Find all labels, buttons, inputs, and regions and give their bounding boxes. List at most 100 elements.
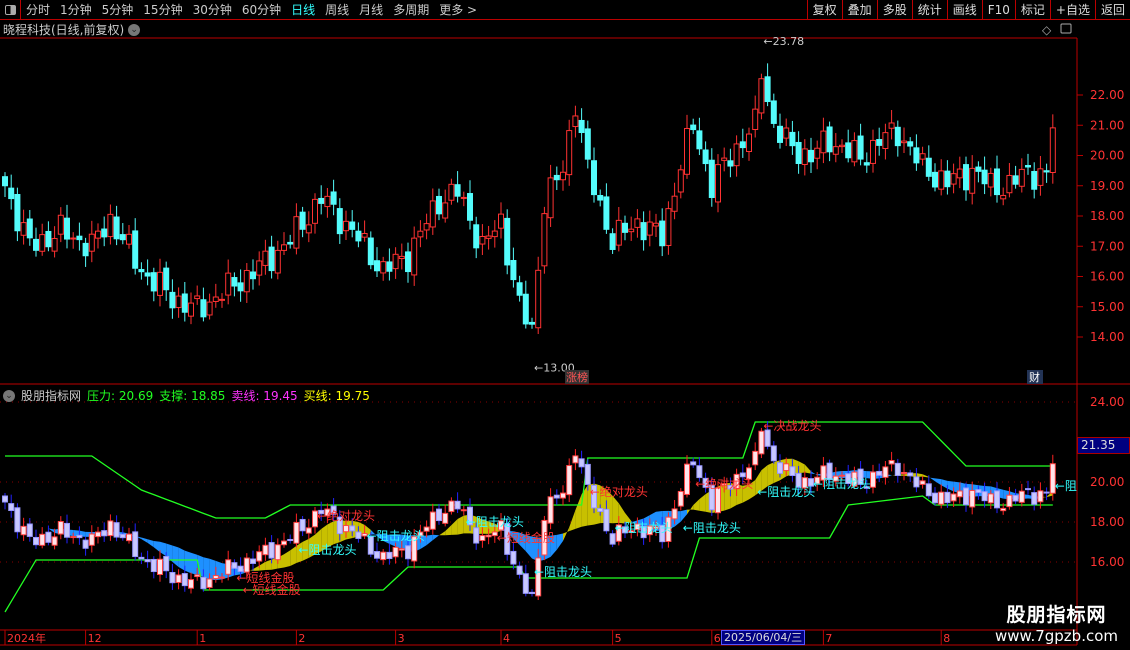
main-candle bbox=[169, 291, 176, 309]
ind-candle bbox=[386, 551, 393, 560]
main-candle bbox=[671, 195, 678, 212]
main-candle bbox=[293, 216, 300, 249]
main-candle bbox=[436, 195, 442, 215]
main-candle bbox=[826, 126, 833, 153]
ind-candle bbox=[696, 465, 703, 479]
ind-candle bbox=[268, 542, 275, 559]
ind-candle bbox=[380, 551, 387, 561]
price-tick-label: 17.00 bbox=[1090, 239, 1124, 253]
ind-candle bbox=[671, 508, 678, 520]
price-tick-label: 19.00 bbox=[1090, 179, 1124, 193]
main-candle bbox=[715, 164, 721, 203]
signal-label: ←绝对龙头 bbox=[317, 508, 375, 523]
ind-candle bbox=[919, 480, 926, 485]
main-candle bbox=[932, 171, 938, 188]
main-candle bbox=[1006, 174, 1013, 194]
ind-candle bbox=[690, 461, 697, 466]
main-candle bbox=[485, 235, 492, 239]
ind-candle bbox=[33, 536, 39, 546]
ind-candle bbox=[293, 521, 300, 544]
ind-candle bbox=[231, 562, 238, 569]
main-candle bbox=[398, 255, 405, 260]
ind-candle bbox=[398, 548, 405, 551]
trend-band bbox=[687, 505, 694, 515]
ind-candle bbox=[969, 490, 976, 508]
selected-date: 2025/06/04/三 bbox=[721, 630, 806, 645]
main-candle bbox=[2, 176, 8, 187]
trend-band bbox=[556, 533, 563, 550]
ind-candle bbox=[963, 487, 969, 506]
main-candle bbox=[857, 135, 864, 160]
main-candle bbox=[274, 249, 281, 274]
main-candle bbox=[708, 159, 715, 198]
ind-candle bbox=[584, 463, 591, 485]
main-candle bbox=[188, 302, 194, 317]
ind-candle bbox=[448, 500, 455, 513]
signal-label: ←阻击龙头 bbox=[534, 565, 592, 579]
ind-candle bbox=[473, 527, 480, 544]
main-candle bbox=[603, 196, 610, 230]
ind-candle bbox=[752, 450, 759, 466]
ind-candle bbox=[206, 578, 213, 588]
main-candle bbox=[504, 217, 511, 266]
main-candle bbox=[95, 230, 101, 239]
main-candle bbox=[250, 271, 256, 280]
main-candle bbox=[324, 195, 331, 208]
trend-band bbox=[811, 471, 818, 476]
ind-candle bbox=[8, 503, 15, 511]
main-candle bbox=[882, 132, 889, 150]
main-candle bbox=[1031, 171, 1038, 190]
main-candle bbox=[925, 157, 932, 177]
main-candle bbox=[547, 177, 554, 219]
main-candle bbox=[119, 234, 126, 241]
main-candle bbox=[76, 235, 83, 241]
main-candle bbox=[429, 200, 436, 228]
ind-candle bbox=[522, 573, 529, 594]
trend-band bbox=[581, 485, 588, 527]
main-candle bbox=[1049, 127, 1056, 173]
main-candle bbox=[1043, 170, 1050, 173]
trend-band bbox=[160, 541, 167, 557]
trend-band bbox=[290, 545, 297, 567]
date-label: 8 bbox=[943, 632, 950, 645]
ind-candle bbox=[95, 531, 101, 538]
main-candle bbox=[256, 260, 263, 276]
layout-icon bbox=[1060, 23, 1072, 34]
main-candle bbox=[312, 198, 318, 224]
main-candle bbox=[1012, 175, 1019, 185]
ind-candle bbox=[150, 558, 157, 573]
main-candle bbox=[653, 222, 659, 227]
main-candle bbox=[665, 208, 672, 246]
main-candle bbox=[597, 195, 604, 201]
main-candle bbox=[88, 233, 95, 252]
chart-canvas[interactable]: ◇ 22.00 21.00 20.00 19.00 18.00 17.00 16.00 15.0… bbox=[0, 0, 1130, 650]
main-candle bbox=[801, 148, 808, 165]
trend-band bbox=[141, 537, 148, 543]
main-candle bbox=[752, 108, 759, 131]
ind-candle bbox=[516, 565, 523, 575]
main-candle bbox=[1037, 168, 1044, 186]
main-candle bbox=[981, 169, 988, 185]
main-candle bbox=[529, 321, 535, 325]
price-tick-label: 21.00 bbox=[1090, 118, 1124, 132]
trend-band bbox=[563, 527, 570, 541]
signal-label: ←阻击龙头 bbox=[683, 521, 741, 535]
ind-candle bbox=[20, 525, 27, 536]
main-candle bbox=[417, 230, 424, 238]
main-candle bbox=[57, 214, 64, 235]
main-candle bbox=[901, 140, 907, 144]
ind-candle bbox=[1006, 494, 1013, 508]
indicator-tick-label: 18.00 bbox=[1090, 515, 1124, 529]
signal-label: ←阻击龙头 bbox=[298, 543, 356, 557]
ind-candle bbox=[876, 470, 883, 476]
main-candle bbox=[26, 218, 33, 239]
main-candle bbox=[126, 233, 132, 245]
diamond-icon: ◇ bbox=[1042, 23, 1052, 37]
ind-candle bbox=[529, 591, 535, 595]
ind-candle bbox=[88, 533, 95, 546]
date-label: 3 bbox=[398, 632, 405, 645]
trend-band bbox=[569, 510, 576, 532]
main-candle bbox=[1018, 168, 1025, 187]
ind-candle bbox=[200, 576, 207, 590]
ind-candle bbox=[901, 471, 907, 475]
